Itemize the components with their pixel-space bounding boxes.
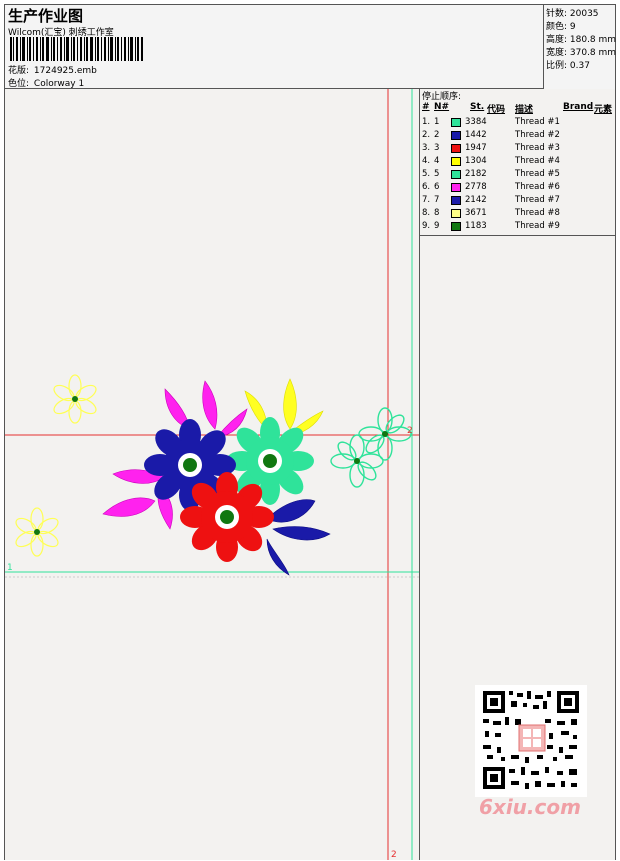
thread-color-swatch [451, 183, 461, 192]
thread-color-swatch [451, 131, 461, 140]
thread-color-swatch [451, 196, 461, 205]
row-code: 2778 [465, 182, 487, 192]
row-desc: Thread #7 [515, 195, 560, 205]
col-num: # [422, 102, 430, 112]
guide-marker-bottom: 2 [391, 850, 397, 860]
thread-row[interactable]: 5. 5 2182 Thread #5 [420, 169, 616, 182]
row-desc: Thread #9 [515, 221, 560, 231]
row-num: 2. [422, 130, 431, 140]
row-num: 9. [422, 221, 431, 231]
row-desc: Thread #2 [515, 130, 560, 140]
production-sheet: 生产作业图 Wilcom(汇宝) 刺绣工作室 花版: 1724925.emb 色… [4, 4, 616, 860]
green-flower-right [358, 407, 412, 461]
design-file-line: 花版: 1724925.emb [8, 63, 97, 76]
thread-row[interactable]: 2. 2 1442 Thread #2 [420, 130, 616, 143]
thread-row[interactable]: 8. 8 3671 Thread #8 [420, 208, 616, 221]
row-n: 6 [434, 182, 440, 192]
colorway-label: 色位: [8, 79, 30, 89]
yellow-leaves [244, 378, 324, 436]
row-num: 3. [422, 143, 431, 153]
design-width: 宽度: 370.8 mm [546, 48, 617, 58]
row-code: 1304 [465, 156, 487, 166]
colorway-name: Colorway 1 [33, 79, 85, 89]
row-n: 9 [434, 221, 440, 231]
row-n: 4 [434, 156, 440, 166]
thread-table: 停止顺序: # N# St. 代码 描述 Brand 元素 1. 1 3384 Thr… [420, 89, 616, 236]
row-code: 1947 [465, 143, 487, 153]
row-desc: Thread #8 [515, 208, 560, 218]
row-desc: Thread #3 [515, 143, 560, 153]
yellow-flower-small-2 [15, 507, 59, 557]
row-num: 5. [422, 169, 431, 179]
design-file-name: 1724925.emb [33, 66, 97, 76]
thread-color-swatch [451, 209, 461, 218]
row-num: 8. [422, 208, 431, 218]
row-desc: Thread #1 [515, 117, 560, 127]
thread-color-swatch [451, 222, 461, 231]
row-num: 1. [422, 117, 431, 127]
col-elem: 元素 [594, 105, 613, 115]
col-code: 代码 [487, 105, 506, 115]
col-desc: 描述 [515, 105, 534, 115]
row-n: 3 [434, 143, 440, 153]
blue-leaves [266, 499, 331, 576]
row-code: 2182 [465, 169, 487, 179]
thread-row[interactable]: 6. 6 2778 Thread #6 [420, 182, 616, 195]
row-code: 2142 [465, 195, 487, 205]
design-scale: 比例: 0.37 [546, 61, 590, 71]
barcode-icon [10, 37, 143, 61]
yellow-flower-small [53, 374, 97, 424]
row-code: 1183 [465, 221, 487, 231]
row-num: 6. [422, 182, 431, 192]
stop-sequence-title: 停止顺序: [422, 92, 462, 102]
guide-marker-right: 2 [407, 426, 413, 436]
row-code: 1442 [465, 130, 487, 140]
thread-color-swatch [451, 144, 461, 153]
thread-row[interactable]: 9. 9 1183 Thread #9 [420, 221, 616, 234]
thread-color-swatch [451, 170, 461, 179]
thread-color-swatch [451, 118, 461, 127]
stitch-count: 针数: 20035 [546, 9, 599, 19]
col-st: St. [470, 102, 485, 112]
design-height: 高度: 180.8 mm [546, 35, 617, 45]
row-n: 5 [434, 169, 440, 179]
guide-marker-left: 1 [7, 563, 13, 573]
thread-row[interactable]: 1. 1 3384 Thread #1 [420, 117, 616, 130]
row-code: 3384 [465, 117, 487, 127]
color-count: 颜色: 9 [546, 22, 576, 32]
colorway-line: 色位: Colorway 1 [8, 76, 84, 89]
design-label: 花版: [8, 66, 30, 76]
col-brand: Brand [563, 102, 594, 112]
row-n: 8 [434, 208, 440, 218]
thread-color-swatch [451, 157, 461, 166]
design-preview-canvas[interactable]: 2 1 2 [5, 89, 419, 860]
thread-row[interactable]: 7. 7 2142 Thread #7 [420, 195, 616, 208]
row-n: 7 [434, 195, 440, 205]
thread-row[interactable]: 3. 3 1947 Thread #3 [420, 143, 616, 156]
embroidery-artwork: 2 1 2 [5, 89, 419, 860]
row-num: 7. [422, 195, 431, 205]
row-desc: Thread #5 [515, 169, 560, 179]
watermark-text: 6xiu.com [479, 795, 581, 819]
sheet-title: 生产作业图 [8, 7, 84, 25]
green-flower-right-2 [330, 434, 384, 488]
sheet-header: 生产作业图 Wilcom(汇宝) 刺绣工作室 花版: 1724925.emb 色… [5, 5, 617, 89]
row-num: 4. [422, 156, 431, 166]
row-n: 2 [434, 130, 440, 140]
design-stats: 针数: 20035 颜色: 9 高度: 180.8 mm 宽度: 370.8 m… [543, 5, 617, 89]
row-n: 1 [434, 117, 440, 127]
thread-row[interactable]: 4. 4 1304 Thread #4 [420, 156, 616, 169]
col-n: N# [434, 102, 450, 112]
row-code: 3671 [465, 208, 487, 218]
row-desc: Thread #4 [515, 156, 560, 166]
qr-code-icon [475, 685, 587, 797]
row-desc: Thread #6 [515, 182, 560, 192]
